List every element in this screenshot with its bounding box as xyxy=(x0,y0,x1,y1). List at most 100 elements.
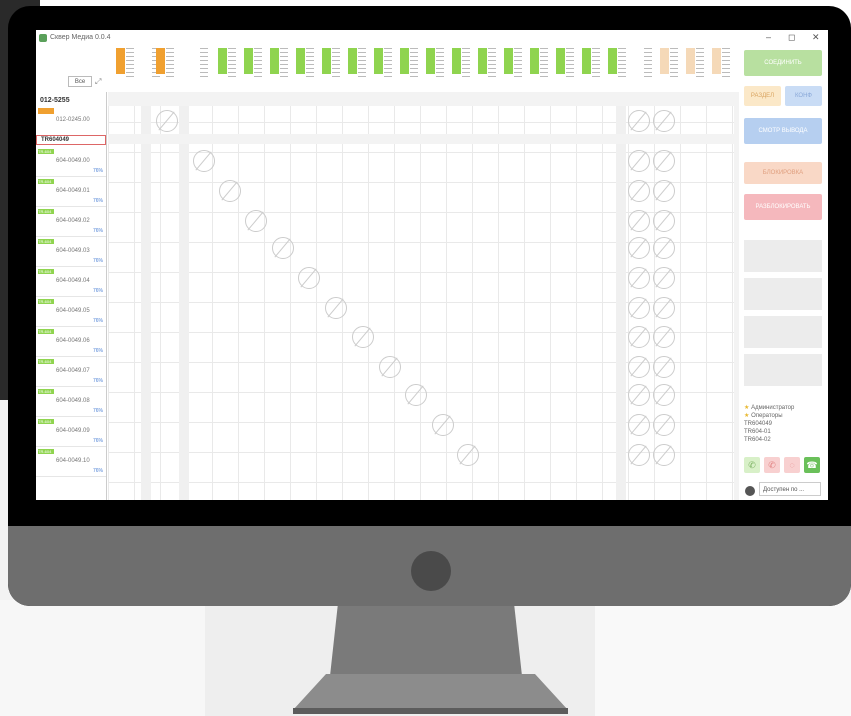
crosspoint-disabled-icon[interactable] xyxy=(298,267,320,289)
row-percent: 76% xyxy=(92,408,103,414)
row-percent: 76% xyxy=(92,378,103,384)
maximize-button[interactable]: ◻ xyxy=(788,32,795,43)
column-header[interactable] xyxy=(528,46,550,90)
camera-icon xyxy=(411,551,451,591)
column-header[interactable] xyxy=(216,46,238,90)
crosspoint-disabled-icon[interactable] xyxy=(272,237,294,259)
column-header[interactable] xyxy=(476,46,498,90)
column-header[interactable] xyxy=(632,46,654,90)
row-name: 604-0049.03 xyxy=(56,248,90,254)
preset-slot[interactable] xyxy=(744,240,822,272)
contacts-list[interactable]: ★ Администратор ★ Операторы TR604049 TR6… xyxy=(744,404,822,454)
list-item[interactable]: TR-604 604-0049.04 76% xyxy=(36,267,106,297)
crosspoint-disabled-icon[interactable] xyxy=(193,150,215,172)
contact-item[interactable]: ★ Операторы xyxy=(744,412,822,420)
monitor-stand xyxy=(293,674,568,710)
row-percent: 76% xyxy=(92,288,103,294)
list-item[interactable]: TR-604 604-0049.10 76% xyxy=(36,447,106,477)
contact-item[interactable]: TR604049 xyxy=(744,420,822,428)
preset-slot[interactable] xyxy=(744,316,822,348)
crosspoint-disabled-icon[interactable] xyxy=(432,414,454,436)
group-title[interactable]: 012-5255 xyxy=(40,97,70,104)
column-header[interactable] xyxy=(658,46,680,90)
row-percent: 76% xyxy=(92,468,103,474)
row-tag: TR-604 xyxy=(38,269,54,274)
conference-button[interactable]: КОНФ xyxy=(785,86,822,106)
group-item[interactable]: 012-0245.00 xyxy=(56,117,90,123)
background-panel-right xyxy=(595,600,851,716)
column-header[interactable] xyxy=(346,46,368,90)
monitor-neck xyxy=(330,606,522,676)
unlock-button[interactable]: РАЗБЛОКИРОВАТЬ xyxy=(744,194,822,220)
preset-slot[interactable] xyxy=(744,278,822,310)
column-header[interactable] xyxy=(154,46,176,90)
column-header[interactable] xyxy=(188,46,210,90)
group-header-selected[interactable]: TR604049 xyxy=(36,135,106,145)
crosspoint-disabled-icon[interactable] xyxy=(405,384,427,406)
row-percent: 76% xyxy=(92,438,103,444)
mute-icon[interactable]: ◌ xyxy=(784,457,800,473)
list-item[interactable]: TR-604 604-0049.02 76% xyxy=(36,207,106,237)
monitor-stand-edge xyxy=(293,708,568,714)
row-tag: TR-604 xyxy=(38,149,54,154)
crosspoint-disabled-icon[interactable] xyxy=(156,110,178,132)
lock-button[interactable]: БЛОКИРОВКА xyxy=(744,162,822,184)
crosspoint-disabled-icon[interactable] xyxy=(219,180,241,202)
column-header[interactable] xyxy=(450,46,472,90)
row-name: 604-0049.00 xyxy=(56,158,90,164)
row-tag: TR-604 xyxy=(38,299,54,304)
filter-dropdown[interactable]: Все xyxy=(68,76,92,87)
row-percent: 76% xyxy=(92,348,103,354)
row-percent: 76% xyxy=(92,168,103,174)
column-header[interactable] xyxy=(372,46,394,90)
column-header[interactable] xyxy=(502,46,524,90)
row-name: 604-0049.10 xyxy=(56,458,90,464)
column-header[interactable] xyxy=(606,46,628,90)
row-name: 604-0049.01 xyxy=(56,188,90,194)
column-header[interactable] xyxy=(114,46,136,90)
column-header[interactable] xyxy=(398,46,420,90)
column-header[interactable] xyxy=(580,46,602,90)
phone-icon[interactable]: ☎ xyxy=(804,457,820,473)
connect-button[interactable]: СОЕДИНИТЬ xyxy=(744,50,822,76)
close-button[interactable]: ✕ xyxy=(812,32,820,43)
status-dropdown[interactable]: Доступен по ... xyxy=(759,482,821,496)
column-header[interactable] xyxy=(424,46,446,90)
contact-item[interactable]: TR604-02 xyxy=(744,436,822,444)
group-tag xyxy=(38,108,54,114)
list-item[interactable]: TR-604 604-0049.09 76% xyxy=(36,417,106,447)
row-name: 604-0049.02 xyxy=(56,218,90,224)
contact-item[interactable]: ★ Администратор xyxy=(744,404,822,412)
expand-icon[interactable]: ⤢ xyxy=(95,77,101,87)
list-item[interactable]: TR-604 604-0049.03 76% xyxy=(36,237,106,267)
crosspoint-disabled-icon[interactable] xyxy=(245,210,267,232)
column-header[interactable] xyxy=(268,46,290,90)
row-tag: TR-604 xyxy=(38,239,54,244)
list-item[interactable]: TR-604 604-0049.08 76% xyxy=(36,387,106,417)
row-tag: TR-604 xyxy=(38,389,54,394)
crosspoint-disabled-icon[interactable] xyxy=(457,444,479,466)
preview-button[interactable]: СМОТР ВЫВОДА xyxy=(744,118,822,144)
crosspoint-disabled-icon[interactable] xyxy=(352,326,374,348)
row-percent: 76% xyxy=(92,228,103,234)
column-header[interactable] xyxy=(320,46,342,90)
row-name: 604-0049.07 xyxy=(56,368,90,374)
list-item[interactable]: TR-604 604-0049.00 76% xyxy=(36,147,106,177)
list-item[interactable]: TR-604 604-0049.06 76% xyxy=(36,327,106,357)
column-header[interactable] xyxy=(684,46,706,90)
contact-item[interactable]: TR604-01 xyxy=(744,428,822,436)
minimize-button[interactable]: – xyxy=(766,32,771,42)
split-button[interactable]: РАЗДЕЛ xyxy=(744,86,781,106)
column-header[interactable] xyxy=(242,46,264,90)
column-header[interactable] xyxy=(554,46,576,90)
list-item[interactable]: TR-604 604-0049.05 76% xyxy=(36,297,106,327)
crosspoint-disabled-icon[interactable] xyxy=(379,356,401,378)
preset-slot[interactable] xyxy=(744,354,822,386)
column-header[interactable] xyxy=(294,46,316,90)
list-item[interactable]: TR-604 604-0049.01 76% xyxy=(36,177,106,207)
crosspoint-disabled-icon[interactable] xyxy=(325,297,347,319)
list-item[interactable]: TR-604 604-0049.07 76% xyxy=(36,357,106,387)
hangup-icon[interactable]: ✆ xyxy=(764,457,780,473)
column-header[interactable] xyxy=(710,46,732,90)
call-icon[interactable]: ✆ xyxy=(744,457,760,473)
